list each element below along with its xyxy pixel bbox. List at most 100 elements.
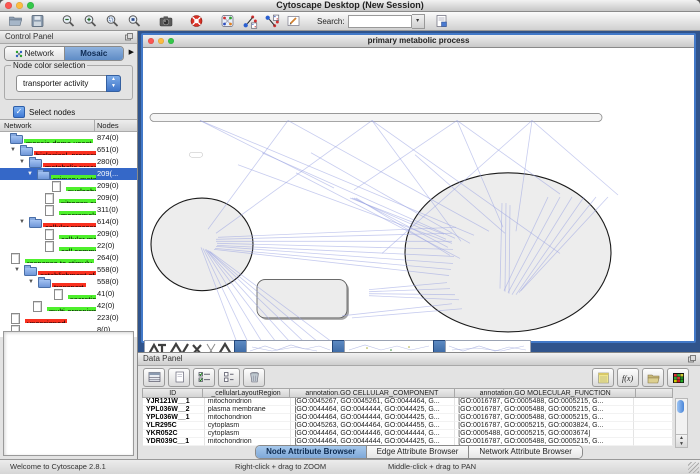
zoom-in-icon[interactable] bbox=[82, 13, 99, 29]
table-cell[interactable] bbox=[634, 422, 673, 430]
heatmap-icon[interactable] bbox=[667, 368, 689, 387]
table-cell[interactable]: mitochondrion bbox=[205, 414, 292, 422]
column-header[interactable]: annotation.GO MOLECULAR_FUNCTION bbox=[454, 388, 636, 398]
table-cell[interactable]: [GO:0045263, GO:0044464, GO:0044455, G..… bbox=[291, 422, 455, 430]
node-color-dropdown[interactable]: transporter activity ▲▼ bbox=[16, 75, 121, 92]
tree-row[interactable]: ▼cellular process614(0) bbox=[0, 216, 137, 228]
table-cell[interactable]: cytoplasm bbox=[205, 422, 292, 430]
tree-row[interactable]: ▼establishment of lo558(0) bbox=[0, 264, 137, 276]
column-header[interactable]: annotation.GO CELLULAR_COMPONENT bbox=[289, 388, 455, 398]
table-cell[interactable]: mitochondrion bbox=[205, 398, 292, 406]
network-canvas[interactable] bbox=[143, 48, 694, 341]
table-cell[interactable]: plasma membrane bbox=[205, 406, 292, 414]
table-cell[interactable]: [GO:0044464, GO:0044446, GO:0044444, G..… bbox=[291, 430, 455, 438]
expander-icon[interactable]: ▼ bbox=[10, 147, 16, 153]
tree-row[interactable]: macromolecule311(0) bbox=[0, 204, 137, 216]
table-row[interactable]: YLR295Ccytoplasm[GO:0045263, GO:0044464,… bbox=[143, 422, 673, 430]
tab-edge-attribute-browser[interactable]: Edge Attribute Browser bbox=[367, 446, 470, 458]
expander-icon[interactable]: ▼ bbox=[19, 219, 25, 225]
tree-row[interactable]: ▼primary metabo209(... bbox=[0, 168, 137, 180]
tree-row[interactable]: unassigned223(0) bbox=[0, 312, 137, 324]
enhanced-search-icon[interactable] bbox=[433, 13, 450, 29]
column-divider[interactable] bbox=[94, 120, 95, 131]
attribute-table-icon[interactable] bbox=[143, 368, 165, 387]
float-panel-icon[interactable] bbox=[125, 33, 133, 41]
zoom-fit-content-icon[interactable] bbox=[126, 13, 143, 29]
notes-icon[interactable] bbox=[592, 368, 614, 387]
tab-node-attribute-browser[interactable]: Node Attribute Browser bbox=[256, 446, 367, 458]
zoom-out-icon[interactable] bbox=[60, 13, 77, 29]
tree-row[interactable]: nucleobase-209(0) bbox=[0, 180, 137, 192]
expander-icon[interactable]: ▼ bbox=[28, 279, 34, 285]
tab-network-attribute-browser[interactable]: Network Attribute Browser bbox=[469, 446, 581, 458]
unselect-attributes-icon[interactable] bbox=[218, 368, 240, 387]
formula-builder-icon[interactable]: f(x) bbox=[617, 368, 639, 387]
new-attribute-icon[interactable] bbox=[168, 368, 190, 387]
select-attributes-icon[interactable] bbox=[193, 368, 215, 387]
column-header[interactable]: _cellularLayoutRegion bbox=[202, 388, 289, 398]
table-cell[interactable]: [GO:0044464, GO:0044444, GO:0044425, G..… bbox=[291, 414, 455, 422]
delete-attribute-icon[interactable] bbox=[243, 368, 265, 387]
help-plugins-icon[interactable] bbox=[188, 13, 205, 29]
vizmapper-icon[interactable] bbox=[219, 13, 236, 29]
zoom-selected-region-icon[interactable] bbox=[104, 13, 121, 29]
minimize-window-icon[interactable] bbox=[16, 2, 23, 9]
select-nodes-checkbox[interactable]: ✓ bbox=[13, 106, 25, 118]
float-panel-icon[interactable] bbox=[688, 355, 696, 363]
layout-network-1-icon[interactable] bbox=[241, 13, 258, 29]
table-cell[interactable]: cytoplasm bbox=[205, 430, 292, 438]
tree-row[interactable]: multi-organism pro42(0) bbox=[0, 300, 137, 312]
table-row[interactable]: YPL036W__1mitochondrion[GO:0044464, GO:0… bbox=[143, 414, 673, 422]
tree-row[interactable]: ▼metabolic process280(0) bbox=[0, 156, 137, 168]
scrollbar-thumb[interactable] bbox=[677, 400, 684, 413]
table-cell[interactable]: [GO:0016787, GO:0005488, GO:0005215, G..… bbox=[455, 406, 634, 414]
tree-row[interactable]: ▼biological_process651(0) bbox=[0, 144, 137, 156]
open-file-icon[interactable] bbox=[7, 13, 24, 29]
tab-overflow-icon[interactable]: ▶ bbox=[129, 49, 134, 56]
table-cell[interactable]: [GO:0016787, GO:0005488, GO:0005215, G..… bbox=[455, 414, 634, 422]
table-cell[interactable] bbox=[634, 414, 673, 422]
table-cell[interactable] bbox=[634, 406, 673, 414]
table-row[interactable]: YJR121W__1mitochondrion[GO:0045267, GO:0… bbox=[143, 398, 673, 406]
table-cell[interactable] bbox=[634, 398, 673, 406]
table-row[interactable]: YKR052Ccytoplasm[GO:0044464, GO:0044446,… bbox=[143, 430, 673, 438]
zoom-view-icon[interactable] bbox=[168, 38, 174, 44]
column-nodes[interactable]: Nodes bbox=[97, 120, 119, 131]
export-image-icon[interactable] bbox=[157, 13, 174, 29]
close-window-icon[interactable] bbox=[5, 2, 12, 9]
column-header[interactable]: ID bbox=[142, 388, 203, 398]
close-view-icon[interactable] bbox=[148, 38, 154, 44]
table-cell[interactable]: YKR052C bbox=[143, 430, 205, 438]
tree-row[interactable]: ▼transport558(0) bbox=[0, 276, 137, 288]
save-session-icon[interactable] bbox=[29, 13, 46, 29]
table-cell[interactable] bbox=[634, 430, 673, 438]
expander-icon[interactable]: ▼ bbox=[27, 171, 33, 177]
table-cell[interactable]: [GO:0016787, GO:0005215, GO:0003824, G..… bbox=[455, 422, 634, 430]
search-dropdown-icon[interactable]: ▾ bbox=[412, 14, 425, 29]
column-network[interactable]: Network bbox=[4, 120, 32, 131]
import-attributes-icon[interactable] bbox=[642, 368, 664, 387]
resize-grip[interactable] bbox=[688, 462, 699, 473]
tree-row[interactable]: secretion41(0) bbox=[0, 288, 137, 300]
tree-row[interactable]: cell communicat22(0) bbox=[0, 240, 137, 252]
table-cell[interactable]: YPL036W__1 bbox=[143, 414, 205, 422]
minimize-view-icon[interactable] bbox=[158, 38, 164, 44]
tree-row[interactable]: nitrogen compo209(0) bbox=[0, 192, 137, 204]
tab-mosaic[interactable]: Mosaic bbox=[65, 47, 124, 60]
table-cell[interactable]: YLR295C bbox=[143, 422, 205, 430]
table-cell[interactable]: [GO:0045267, GO:0045261, GO:0044464, G..… bbox=[291, 398, 455, 406]
column-header-filler[interactable] bbox=[635, 388, 673, 398]
table-cell[interactable]: [GO:0016787, GO:0005488, GO:0005215, G..… bbox=[455, 398, 634, 406]
expander-icon[interactable]: ▼ bbox=[14, 267, 20, 273]
layout-network-2-icon[interactable] bbox=[263, 13, 280, 29]
table-row[interactable]: YPL036W__2plasma membrane[GO:0044464, GO… bbox=[143, 406, 673, 414]
tab-network[interactable]: Network bbox=[5, 47, 65, 60]
zoom-window-icon[interactable] bbox=[27, 2, 34, 9]
network-view-window[interactable]: primary metabolic process bbox=[141, 33, 696, 343]
table-cell[interactable]: YPL036W__2 bbox=[143, 406, 205, 414]
tree-row[interactable]: response to stimulu264(0) bbox=[0, 252, 137, 264]
annotation-tool-icon[interactable] bbox=[285, 13, 302, 29]
table-cell[interactable]: [GO:0044464, GO:0044444, GO:0044425, G..… bbox=[291, 406, 455, 414]
network-window-titlebar[interactable]: primary metabolic process bbox=[143, 35, 694, 48]
table-scrollbar[interactable]: ▲▼ bbox=[675, 398, 688, 448]
